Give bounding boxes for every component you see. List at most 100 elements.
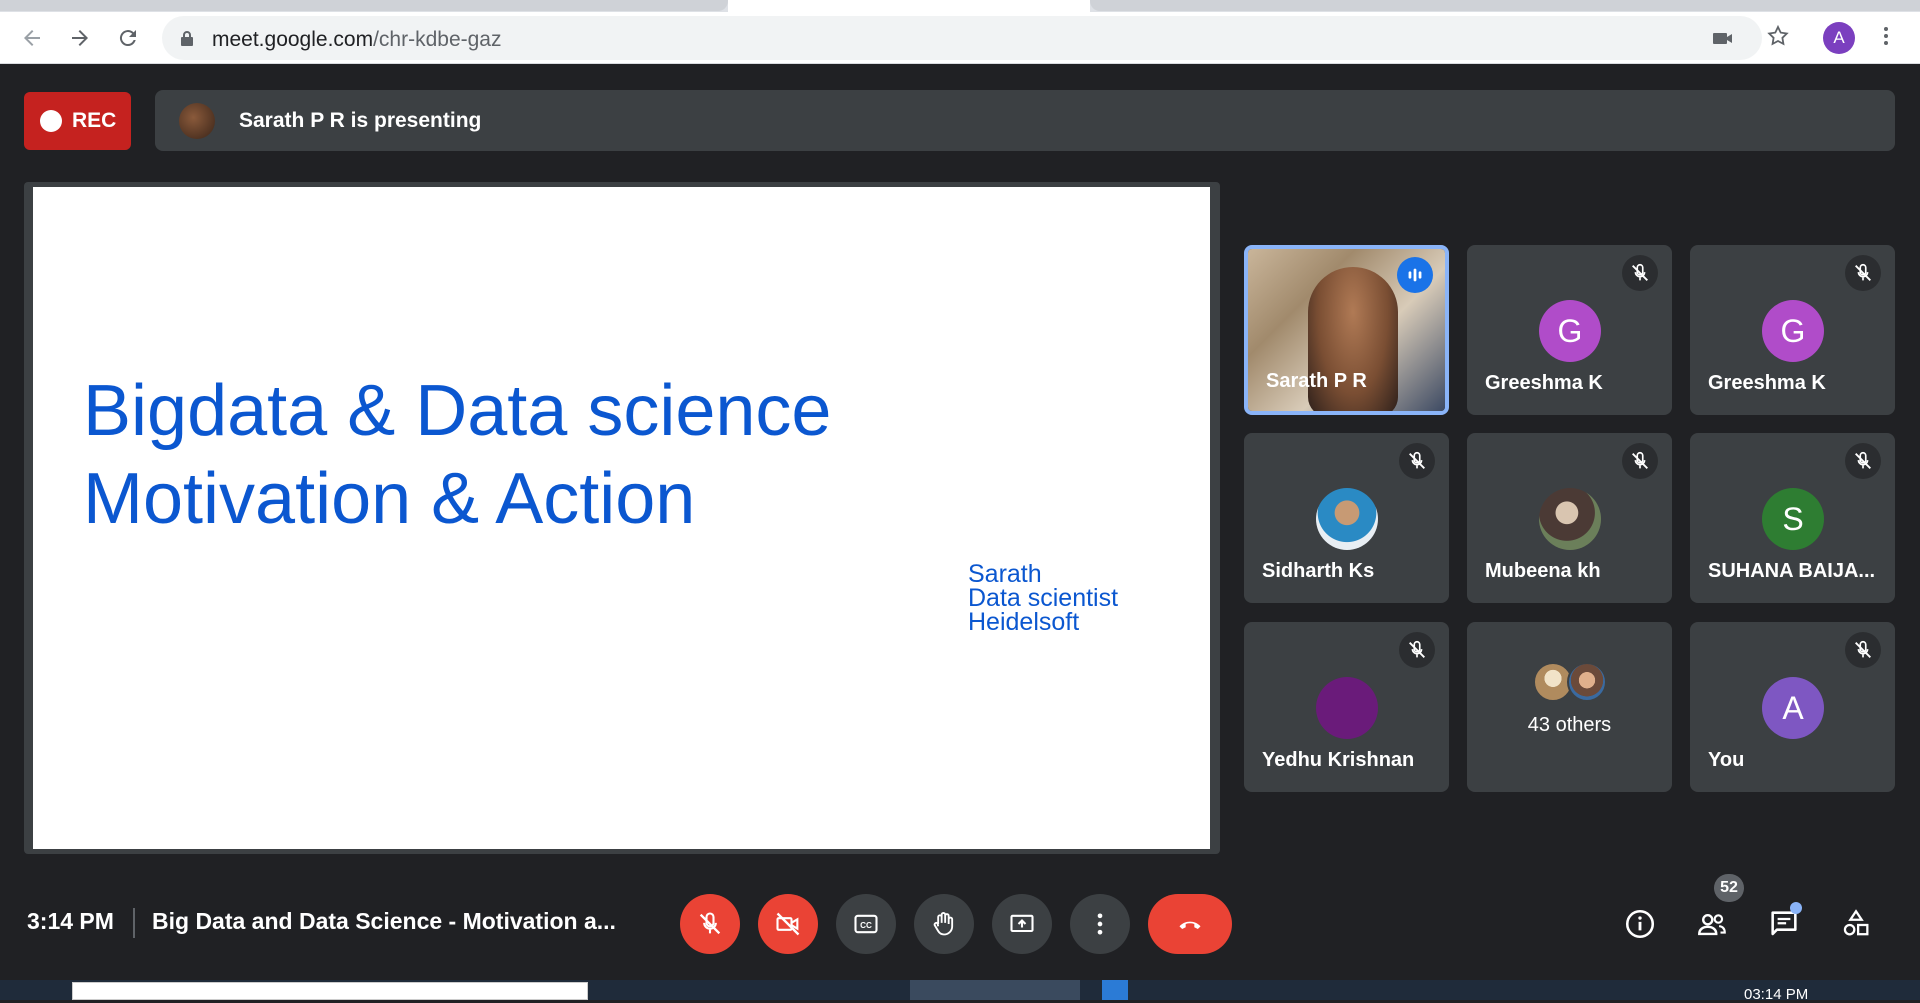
more-options-button[interactable] [1070,894,1130,954]
slide-role: Data scientist [968,584,1119,612]
mic-off-icon [1845,632,1881,668]
arrow-right-icon [72,30,88,46]
recording-badge: REC [24,92,131,150]
slide-title-line2: Motivation & Action [83,459,696,539]
present-screen-button[interactable] [992,894,1052,954]
speaking-indicator-icon [1397,257,1433,293]
arrow-left-icon [24,30,40,46]
reload-button[interactable] [112,22,144,54]
lock-icon [181,31,193,46]
participant-name: Greeshma K [1485,372,1603,394]
meeting-clock: 3:14 PM [27,908,114,934]
present-screen-icon [1010,914,1034,933]
chat-notification-dot [1790,902,1802,914]
participant-name: Greeshma K [1708,372,1826,394]
others-tile[interactable]: 43 others [1467,622,1672,792]
hand-icon [933,912,954,936]
browser-tab[interactable] [0,0,728,11]
tab-strip [0,0,1920,12]
captions-button[interactable]: CC [836,894,896,954]
shapes-icon [1843,909,1869,936]
activities-button[interactable] [1834,902,1878,946]
leave-call-button[interactable] [1148,894,1232,954]
slide-company: Heidelsoft [968,608,1080,636]
participant-avatar [1316,677,1378,739]
participant-name: Yedhu Krishnan [1262,749,1415,771]
info-icon [1625,909,1655,939]
browser-tab-active[interactable] [728,0,1090,12]
participant-tile-mubeena[interactable]: Mubeena kh [1467,433,1672,603]
mic-off-icon [1845,443,1881,479]
browser-toolbar: meet.google.com/chr-kdbe-gaz A [0,12,1920,64]
url-text: meet.google.com/chr-kdbe-gaz [212,28,502,51]
meeting-controls-bar: 3:14 PM Big Data and Data Science - Moti… [0,870,1920,980]
back-button[interactable] [16,22,48,54]
presentation-frame: Bigdata & Data science Motivation & Acti… [24,182,1220,854]
participant-name: Sidharth Ks [1262,560,1375,582]
participant-tile-suhana[interactable]: S SUHANA BAIJA... [1690,433,1895,603]
presenter-avatar [179,102,215,139]
participant-name: You [1708,749,1745,771]
taskbar-search-box[interactable] [72,982,588,1000]
svg-text:CC: CC [860,921,872,930]
participant-photo [1539,488,1601,550]
mic-off-icon [1845,255,1881,291]
slide-title: Bigdata & Data science Motivation & Acti… [83,367,831,543]
participant-name: SUHANA BAIJA... [1708,560,1876,582]
presentation-slide: Bigdata & Data science Motivation & Acti… [33,187,1210,849]
os-taskbar: 03:14 PM [0,980,1920,1003]
participant-photo [1316,488,1378,550]
camera-toggle-button[interactable] [758,894,818,954]
microphone-toggle-button[interactable] [680,894,740,954]
taskbar-app[interactable] [1102,980,1128,1000]
participant-tile-sidharth[interactable]: Sidharth Ks [1244,433,1449,603]
participant-name: Mubeena kh [1485,560,1601,582]
participant-tile-greeshma[interactable]: G Greeshma K [1467,245,1672,415]
participant-avatar: A [1762,677,1824,739]
rec-label: REC [72,109,117,132]
camera-blocked-icon[interactable] [1711,26,1735,50]
participant-avatar: S [1762,488,1824,550]
more-vert-icon [1097,913,1103,935]
others-group: 43 others [1467,662,1672,737]
meeting-title: Big Data and Data Science - Motivation a… [152,908,616,934]
participant-avatar: G [1539,300,1601,362]
divider [133,908,135,938]
mic-off-icon [1399,443,1435,479]
others-avatars [1467,662,1672,702]
mic-off-icon [1622,255,1658,291]
other-avatar [1566,662,1607,702]
video-off-icon [776,912,800,936]
people-icon [1698,914,1726,936]
slide-author: Sarath [968,560,1042,588]
participant-tile-sarath[interactable]: Sarath P R [1244,245,1449,415]
meeting-details-button[interactable] [1618,902,1662,946]
closed-captions-icon: CC [854,914,878,934]
presenting-text: Sarath P R is presenting [239,108,482,132]
participant-tile-yedhu[interactable]: Yedhu Krishnan [1244,622,1449,792]
slide-subtitle: Sarath Data scientist Heidelsoft [968,560,1119,636]
address-bar[interactable]: meet.google.com/chr-kdbe-gaz [162,16,1762,60]
taskbar-clock: 03:14 PM [1744,986,1809,1003]
participant-tile-greeshma-2[interactable]: G Greeshma K [1690,245,1895,415]
slide-title-line1: Bigdata & Data science [83,371,832,451]
others-count-label: 43 others [1527,714,1612,736]
participant-avatar: G [1762,300,1824,362]
browser-tab[interactable] [1090,0,1920,11]
mic-off-icon [1622,443,1658,479]
profile-avatar[interactable]: A [1823,22,1855,54]
people-button[interactable] [1690,902,1734,946]
participant-count-badge: 52 [1714,874,1744,902]
presenting-banner: Sarath P R is presenting [155,90,1895,151]
browser-menu-icon[interactable] [1874,24,1898,48]
participant-tile-you[interactable]: A You [1690,622,1895,792]
taskbar-active-app[interactable] [910,980,1080,1000]
meet-window: REC Sarath P R is presenting Bigdata & D… [0,65,1920,980]
forward-button[interactable] [64,22,96,54]
hang-up-icon [1179,921,1201,930]
mic-off-icon [699,912,721,935]
mic-off-icon [1399,632,1435,668]
bookmark-star-icon[interactable] [1766,24,1790,48]
raise-hand-button[interactable] [914,894,974,954]
record-dot-icon [40,110,62,132]
